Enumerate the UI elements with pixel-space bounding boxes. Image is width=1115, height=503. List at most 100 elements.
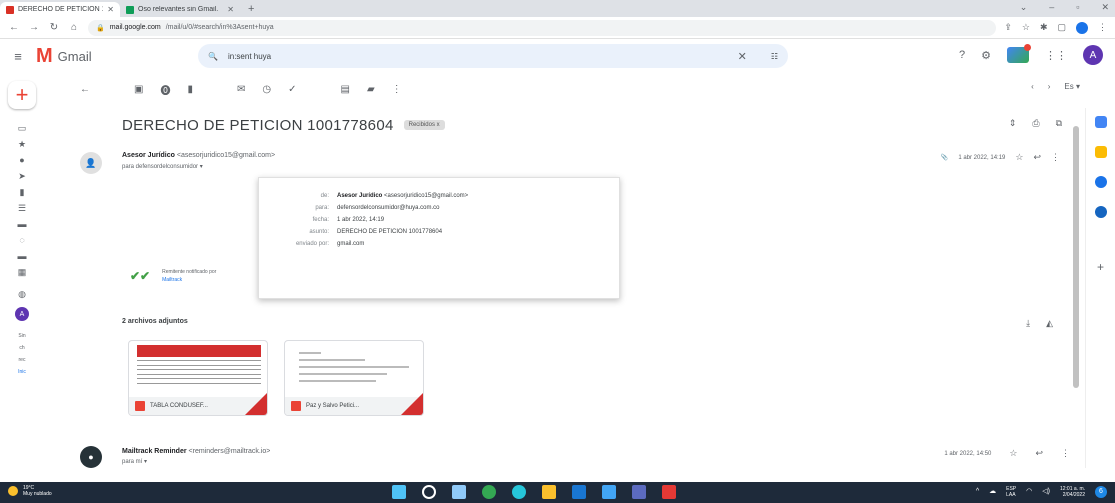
reply-icon[interactable]: ↩ [1033, 152, 1041, 163]
keep-icon[interactable] [1094, 146, 1107, 158]
windows-start-icon[interactable] [392, 485, 406, 499]
back-icon[interactable]: ← [8, 22, 20, 33]
get-addons-icon[interactable]: + [1097, 260, 1104, 274]
download-all-icon[interactable]: ⤓ [1026, 318, 1030, 329]
new-tab-button[interactable]: + [240, 2, 262, 17]
chevron-up-icon[interactable]: ^ [976, 488, 979, 495]
reminder-recipient[interactable]: para mí ▾ [122, 458, 147, 465]
drafts-icon[interactable]: ▮ [20, 187, 25, 197]
more-options-icon[interactable]: ⋮ [1061, 448, 1070, 459]
snoozed-icon[interactable]: ● [19, 155, 24, 165]
close-window-button[interactable]: ✕ [1101, 2, 1109, 13]
account-avatar[interactable]: A [1083, 45, 1103, 65]
tab-close-icon[interactable]: ✕ [227, 5, 234, 14]
minimize-button[interactable]: – [1049, 2, 1054, 13]
label-tag-icon[interactable]: ▰ [367, 84, 375, 95]
extensions-icon[interactable]: ✱ [1040, 22, 1048, 33]
search-input[interactable]: in:sent huya [228, 52, 728, 61]
scrollbar[interactable] [1073, 126, 1079, 388]
teams-icon[interactable] [632, 485, 646, 499]
next-icon[interactable]: › [1048, 82, 1051, 91]
mark-unread-icon[interactable]: ✉ [237, 84, 245, 95]
sidebar-icon[interactable]: ▢ [1057, 22, 1066, 33]
search-icon[interactable] [422, 485, 436, 499]
more-options-icon[interactable]: ⋮ [1051, 152, 1060, 163]
star-icon[interactable]: ☆ [1009, 448, 1017, 459]
archive-icon[interactable]: ▣ [134, 84, 143, 95]
sent-icon[interactable]: ➤ [18, 171, 26, 181]
attachment-card[interactable]: Paz y Salvo Petici... [284, 340, 424, 416]
reminder-message-row[interactable]: ● Mailtrack Reminder <reminders@mailtrac… [80, 442, 1080, 468]
tab-search-icon[interactable]: ⌄ [1020, 2, 1028, 13]
workspace-logo-icon[interactable] [1007, 44, 1031, 63]
delete-icon[interactable]: ▮ [187, 84, 193, 95]
move-to-icon[interactable]: ▤ [340, 84, 349, 95]
browser-tab-2[interactable]: Oso relevantes sin Gmail. ✕ [120, 2, 240, 17]
main-menu-icon[interactable]: ≡ [0, 49, 36, 64]
meet-icon[interactable]: ▦ [18, 267, 27, 277]
starred-icon[interactable]: ★ [18, 139, 26, 149]
profile-avatar[interactable] [1076, 21, 1088, 34]
chrome-menu-icon[interactable]: ⋮ [1098, 22, 1107, 33]
browser-tab-1[interactable]: DERECHO DE PETICION 100177... ✕ [0, 2, 120, 17]
language-indicator[interactable]: ESP LAA [1006, 486, 1016, 498]
more-icon[interactable]: ⋮ [392, 84, 402, 95]
reload-icon[interactable]: ↻ [48, 22, 60, 33]
bookmark-star-icon[interactable]: ☆ [1022, 22, 1030, 33]
rail-note-link[interactable]: Inic [18, 369, 26, 375]
file-explorer-icon[interactable] [542, 485, 556, 499]
new-window-icon[interactable]: ⧉ [1056, 118, 1062, 129]
wifi-icon[interactable]: ◠ [1026, 488, 1032, 495]
onedrive-icon[interactable]: ☁ [989, 488, 996, 495]
support-icon[interactable]: ? [959, 49, 965, 61]
sender-avatar[interactable]: 👤 [80, 152, 102, 174]
clock[interactable]: 12:01 a. m. 2/04/2022 [1060, 486, 1085, 498]
chrome-icon[interactable] [482, 485, 496, 499]
expand-all-icon[interactable]: ⇕ [1009, 118, 1017, 129]
chat-icon[interactable]: ◌ [19, 235, 24, 245]
mailtrack-link[interactable]: Mailtrack [162, 276, 216, 284]
inbox-icon[interactable]: ▭ [18, 123, 27, 133]
tasks-icon[interactable] [1094, 176, 1107, 188]
apps-grid-icon[interactable]: ⋮⋮ [1045, 49, 1067, 62]
add-to-drive-icon[interactable]: ◭ [1046, 318, 1053, 329]
star-icon[interactable]: ☆ [1015, 152, 1023, 163]
store-icon[interactable] [602, 485, 616, 499]
tab-close-icon[interactable]: ✕ [107, 5, 114, 14]
spaces-icon[interactable]: ▬ [18, 251, 27, 261]
back-to-list-icon[interactable]: ← [80, 84, 90, 95]
volume-icon[interactable]: ◁) [1042, 488, 1050, 495]
clear-search-icon[interactable]: ✕ [738, 50, 747, 63]
share-icon[interactable]: ⇪ [1004, 22, 1012, 33]
search-bar[interactable]: 🔍 in:sent huya ✕ ☷ [198, 44, 788, 68]
calendar-icon[interactable] [1094, 116, 1107, 128]
sender-name[interactable]: Asesor Jurídico <asesorjuridico15@gmail.… [122, 152, 275, 159]
acrobat-icon[interactable] [662, 485, 676, 499]
task-view-icon[interactable] [452, 485, 466, 499]
chat-avatar[interactable]: A [15, 307, 29, 321]
input-tools-icon[interactable]: Es ▾ [1064, 82, 1080, 91]
settings-gear-icon[interactable]: ⚙ [981, 49, 991, 62]
edge-icon[interactable] [512, 485, 526, 499]
report-spam-icon[interactable]: ⓿ [160, 82, 170, 97]
snooze-icon[interactable]: ◷ [262, 84, 271, 95]
attachment-card[interactable]: TABLA CONDUSEF... [128, 340, 268, 416]
labels-icon[interactable]: ☰ [18, 203, 26, 213]
gmail-logo[interactable]: M Gmail [36, 45, 126, 68]
notification-badge[interactable]: 6 [1095, 486, 1107, 498]
status-icon[interactable]: ◍ [18, 289, 26, 299]
label-icon[interactable]: ▬ [18, 219, 27, 229]
forward-icon[interactable]: → [28, 22, 40, 33]
contacts-icon[interactable] [1094, 206, 1107, 218]
prev-icon[interactable]: ‹ [1031, 82, 1034, 91]
inbox-label-chip[interactable]: Recibidos x [403, 120, 445, 130]
outlook-icon[interactable] [572, 485, 586, 499]
print-icon[interactable]: ⎙ [1032, 118, 1039, 129]
recipient-toggle[interactable]: para defensordelconsumidor ▾ [122, 163, 203, 170]
home-icon[interactable]: ⌂ [68, 22, 80, 33]
weather-widget[interactable]: 19°C Muy nublado [8, 485, 52, 497]
add-task-icon[interactable]: ✓ [288, 84, 296, 95]
search-icon[interactable]: 🔍 [208, 52, 218, 61]
address-bar[interactable]: 🔒 mail.google.com /mail/u/0/#search/in%3… [88, 19, 997, 36]
search-options-icon[interactable]: ☷ [771, 52, 778, 61]
